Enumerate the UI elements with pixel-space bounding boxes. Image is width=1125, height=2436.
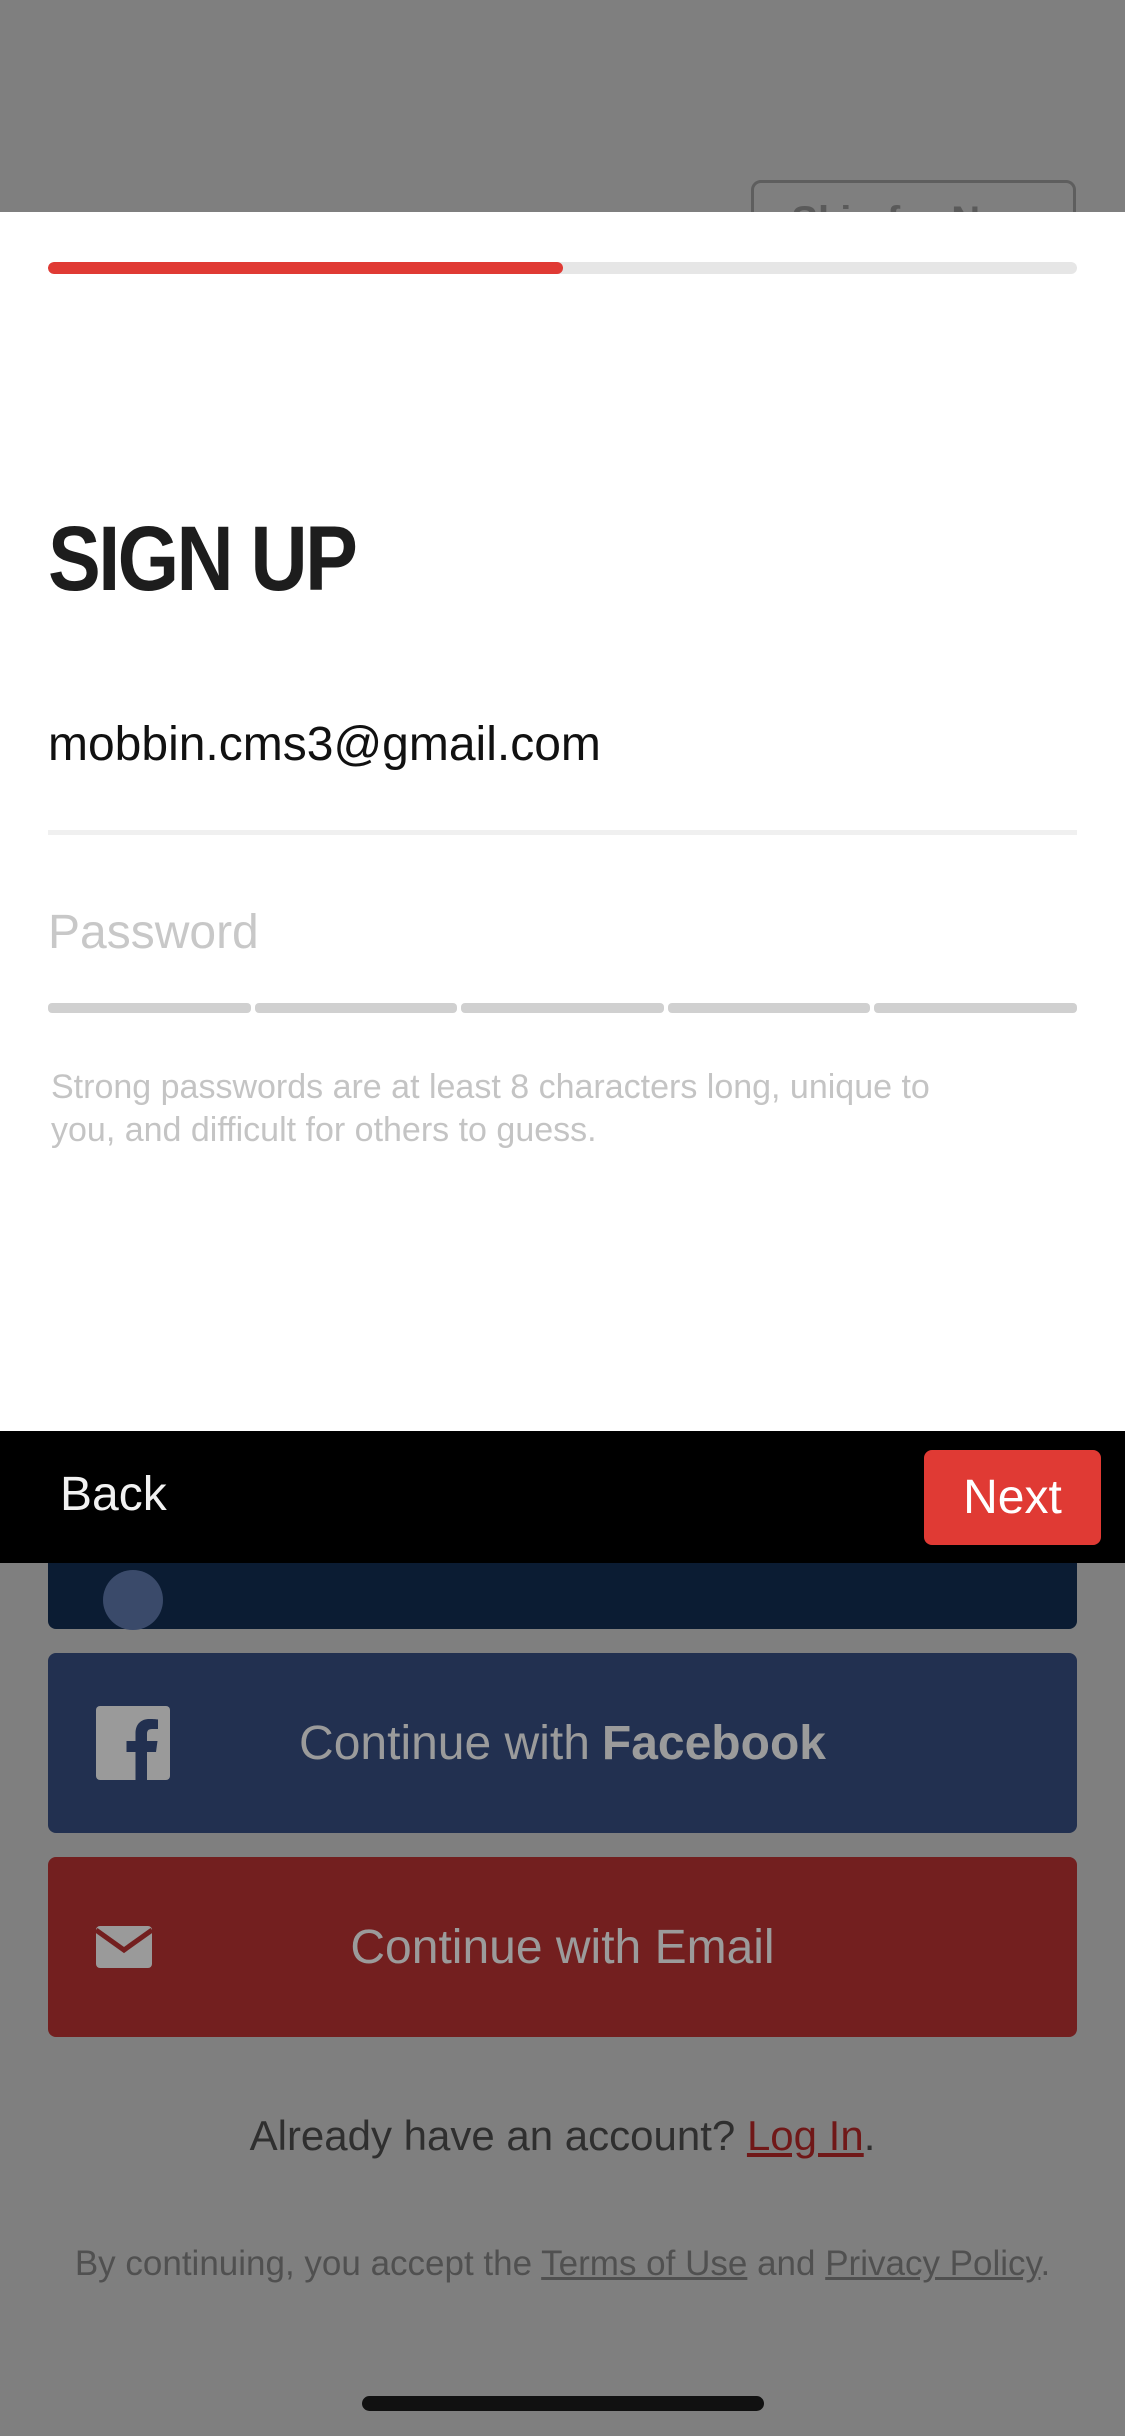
strength-segment [461, 1003, 664, 1013]
next-button[interactable]: Next [924, 1450, 1101, 1545]
facebook-brand-label: Facebook [601, 1716, 826, 1770]
strength-segment [667, 1003, 871, 1013]
action-bar: Back Next [0, 1431, 1125, 1563]
progress-bar [48, 262, 1077, 274]
home-indicator [362, 2396, 764, 2411]
back-button[interactable]: Back [60, 1467, 167, 1522]
password-strength-meter [48, 1003, 1077, 1013]
login-prompt: Already have an account? Log In. [0, 2112, 1125, 2160]
strength-segment [254, 1003, 458, 1013]
login-link: Log In [746, 2112, 864, 2159]
strength-segment [874, 1003, 1077, 1013]
privacy-link: Privacy Policy [825, 2244, 1041, 2283]
terms-link: Terms of Use [541, 2244, 748, 2283]
login-suffix: . [863, 2112, 876, 2159]
facebook-button-label: Continue with [299, 1716, 590, 1770]
facebook-icon [96, 1706, 170, 1780]
password-field[interactable] [48, 882, 1077, 982]
legal-prefix: By continuing, you accept the [74, 2244, 533, 2283]
legal-suffix: . [1040, 2244, 1051, 2283]
google-icon [103, 1570, 163, 1630]
facebook-button: Continue with Facebook [48, 1653, 1077, 1833]
login-prompt-text: Already have an account? [249, 2112, 736, 2159]
email-button: Continue with Email [48, 1857, 1077, 2037]
email-field[interactable]: mobbin.cms3@gmail.com [48, 717, 601, 772]
legal-and: and [757, 2244, 816, 2283]
legal-text: By continuing, you accept the Terms of U… [0, 2244, 1125, 2284]
strength-segment [48, 1003, 251, 1013]
password-hint: Strong passwords are at least 8 characte… [51, 1068, 930, 1149]
page-title: SIGN UP [48, 508, 358, 610]
email-button-label: Continue with Email [350, 1920, 775, 1974]
email-field-underline [48, 830, 1077, 835]
signup-sheet: SIGN UP mobbin.cms3@gmail.com Strong pas… [0, 212, 1125, 1431]
progress-fill [48, 262, 563, 274]
envelope-icon [96, 1926, 152, 1968]
